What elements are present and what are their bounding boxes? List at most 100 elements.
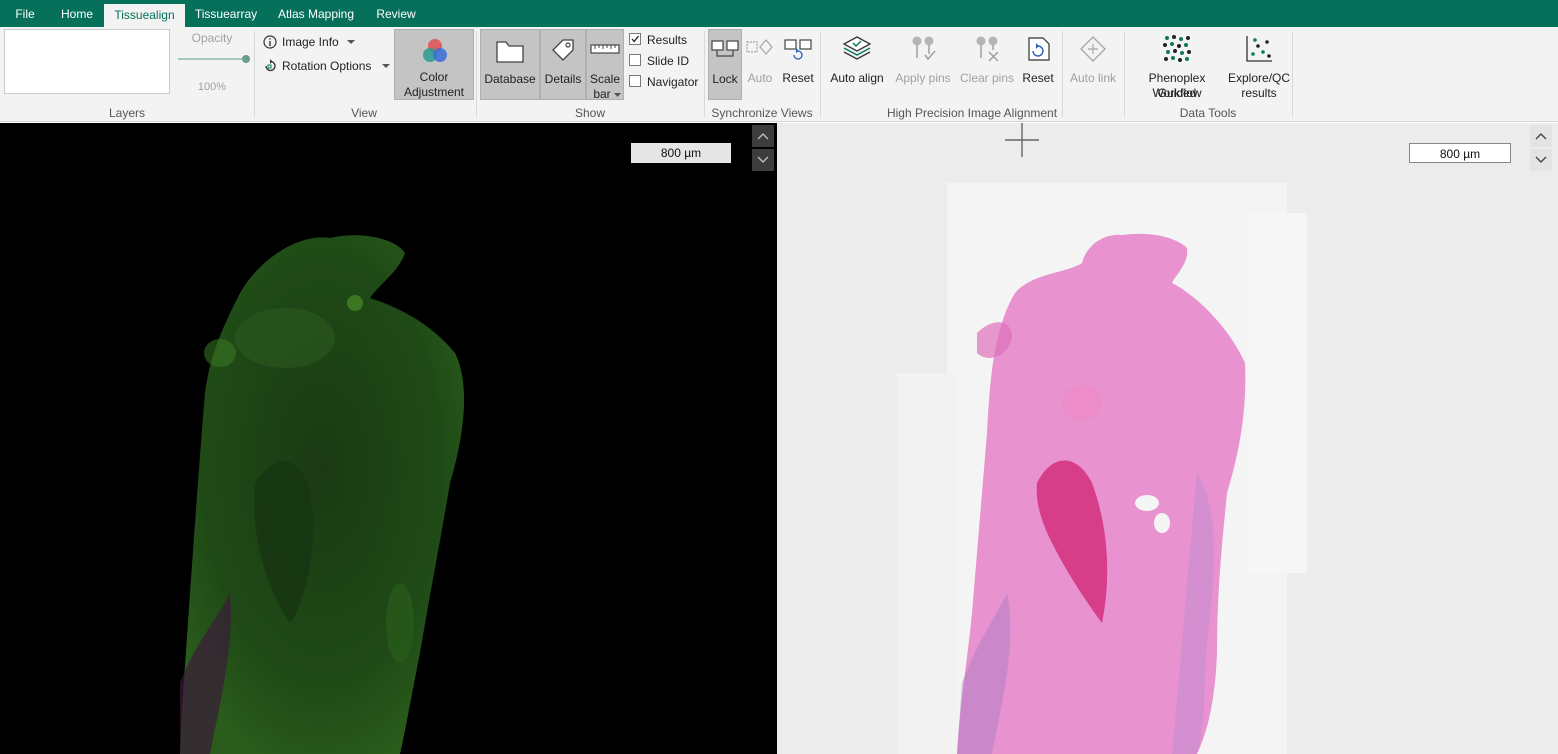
reset-sync-icon xyxy=(784,39,812,60)
tag-icon xyxy=(552,39,574,61)
scale-bar-indicator: 800 µm xyxy=(631,143,731,163)
explore-qc-label-1: Explore/QC xyxy=(1228,71,1291,85)
color-adjustment-button[interactable]: Color Adjustment xyxy=(394,29,474,100)
image-info-button[interactable]: Image Info xyxy=(262,33,362,51)
phenoplex-workflow-button[interactable]: Phenoplex Guided Workflow xyxy=(1128,29,1226,100)
scatter-plot-icon xyxy=(1246,36,1272,62)
scroll-up-button[interactable] xyxy=(752,125,774,147)
details-button[interactable]: Details xyxy=(540,29,586,100)
slide-id-checkbox[interactable]: Slide ID xyxy=(629,53,709,69)
tab-tissuearray[interactable]: Tissuearray xyxy=(190,0,262,27)
separator xyxy=(476,31,477,117)
tab-tissuealign[interactable]: Tissuealign xyxy=(104,4,185,27)
ruler-icon xyxy=(590,44,620,54)
group-label-data-tools: Data Tools xyxy=(1179,106,1237,120)
reset-alignment-icon xyxy=(1028,37,1050,61)
tab-atlas-mapping[interactable]: Atlas Mapping xyxy=(270,0,362,27)
chevron-up-icon xyxy=(757,133,769,140)
group-label-show: Show xyxy=(574,106,606,120)
menu-bar: File Home Tissuealign Tissuearray Atlas … xyxy=(0,0,1558,27)
tab-review[interactable]: Review xyxy=(370,0,422,27)
scroll-up-button[interactable] xyxy=(1530,125,1552,147)
phenoplex-dots-icon xyxy=(1163,35,1191,62)
pins-icon xyxy=(912,36,936,61)
brightfield-viewer[interactable]: 800 µm xyxy=(777,123,1558,754)
explore-qc-button[interactable]: Explore/QC results xyxy=(1228,29,1290,100)
auto-align-button[interactable]: Auto align xyxy=(826,29,888,100)
info-icon xyxy=(263,35,277,49)
clear-pins-label: Clear pins xyxy=(959,71,1015,85)
auto-link-icon xyxy=(1080,36,1106,62)
color-adjustment-label-1: Color xyxy=(419,70,449,84)
separator xyxy=(254,31,255,117)
auto-align-icon xyxy=(842,36,872,60)
opacity-label: Opacity xyxy=(191,31,233,45)
chevron-up-icon xyxy=(1535,133,1547,140)
tab-file[interactable]: File xyxy=(6,0,44,27)
group-label-layers: Layers xyxy=(108,106,146,120)
layers-list[interactable] xyxy=(4,29,170,94)
auto-link-label: Auto link xyxy=(1069,71,1117,85)
alignment-reset-button[interactable]: Reset xyxy=(1020,29,1056,100)
clear-pins-button[interactable]: Clear pins xyxy=(956,29,1018,100)
image-info-label: Image Info xyxy=(282,35,339,49)
apply-pins-label: Apply pins xyxy=(895,71,951,85)
auto-align-label: Auto align xyxy=(830,71,884,85)
separator xyxy=(704,31,705,117)
explore-qc-label-2: results xyxy=(1241,86,1277,100)
scroll-down-button[interactable] xyxy=(752,149,774,171)
color-circles-icon xyxy=(423,39,447,62)
sync-reset-button[interactable]: Reset xyxy=(780,29,816,100)
ribbon: Opacity 100% Layers Image Info Rotation … xyxy=(0,27,1558,122)
he-tissue-image xyxy=(897,183,1307,754)
checkmark-icon xyxy=(631,35,640,43)
scale-bar-button[interactable]: Scale bar xyxy=(586,29,624,101)
apply-pins-button[interactable]: Apply pins xyxy=(892,29,954,100)
auto-link-button[interactable]: Auto link xyxy=(1064,29,1122,100)
database-button[interactable]: Database xyxy=(480,29,540,100)
lock-button[interactable]: Lock xyxy=(708,29,742,100)
lock-label: Lock xyxy=(712,72,738,86)
group-label-sync: Synchronize Views xyxy=(711,106,813,120)
folder-icon xyxy=(496,41,524,63)
dropdown-arrow-icon xyxy=(347,40,355,44)
navigator-checkbox[interactable]: Navigator xyxy=(629,74,709,90)
tab-home[interactable]: Home xyxy=(52,0,102,27)
opacity-slider-thumb[interactable] xyxy=(242,55,250,63)
database-label: Database xyxy=(484,72,536,86)
scale-bar-indicator: 800 µm xyxy=(1409,143,1511,163)
opacity-slider[interactable] xyxy=(178,55,250,63)
fluorescence-viewer[interactable]: 800 µm xyxy=(0,123,777,754)
opacity-value: 100% xyxy=(197,81,227,93)
phenoplex-label-2: Workflow xyxy=(1152,86,1202,100)
sync-reset-label: Reset xyxy=(782,71,814,85)
group-label-view: View xyxy=(351,106,377,120)
chevron-down-icon xyxy=(757,156,769,163)
scroll-down-button[interactable] xyxy=(1530,149,1552,171)
scale-bar-label-1: Scale xyxy=(589,72,621,86)
clear-pins-icon xyxy=(976,36,999,62)
group-label-alignment: High Precision Image Alignment xyxy=(886,106,1058,120)
auto-sync-label: Auto xyxy=(747,71,773,85)
results-checkbox[interactable]: Results xyxy=(629,32,709,48)
chevron-down-icon xyxy=(1535,156,1547,163)
alignment-reset-label: Reset xyxy=(1022,71,1054,85)
separator xyxy=(1292,31,1293,117)
results-label: Results xyxy=(647,33,688,47)
color-adjustment-label-2: Adjustment xyxy=(403,85,465,99)
details-label: Details xyxy=(544,72,582,86)
slide-id-label: Slide ID xyxy=(647,54,690,68)
auto-sync-button[interactable]: Auto xyxy=(744,29,776,100)
navigator-label: Navigator xyxy=(647,75,699,89)
crosshair-cursor-icon xyxy=(1005,123,1039,157)
separator xyxy=(1062,31,1063,117)
linked-windows-icon xyxy=(711,40,739,57)
rotation-options-button[interactable]: Rotation Options xyxy=(262,57,392,75)
scale-bar-label-2: bar xyxy=(593,87,611,101)
separator xyxy=(820,31,821,117)
rotation-options-label: Rotation Options xyxy=(282,59,372,73)
dropdown-arrow-icon xyxy=(382,64,390,68)
separator xyxy=(1124,31,1125,117)
auto-sync-icon xyxy=(746,39,773,55)
dropdown-arrow-icon xyxy=(614,93,621,97)
